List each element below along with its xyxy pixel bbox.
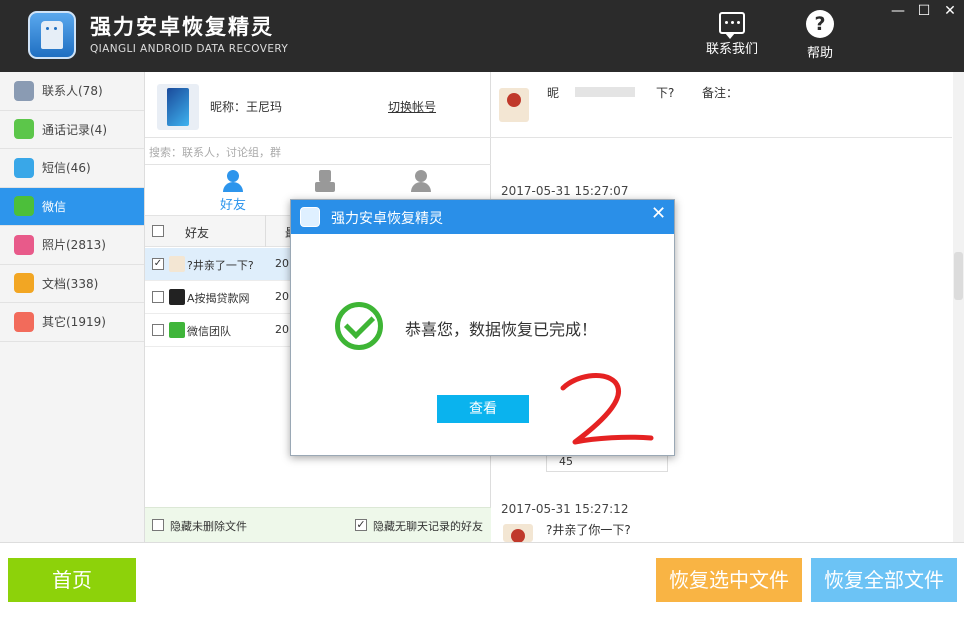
sidebar-item-sms[interactable]: 短信(46)	[0, 149, 144, 188]
people-icon	[409, 170, 433, 192]
sidebar-item-label: 照片(2813)	[42, 238, 106, 253]
dialog-title: 强力安卓恢复精灵	[331, 211, 443, 227]
maximize-button[interactable]: ☐	[914, 2, 934, 20]
select-all-checkbox[interactable]	[152, 225, 164, 237]
message-timestamp: 2017-05-31 15:27:07	[501, 184, 629, 198]
contacts-icon	[14, 80, 34, 101]
dialog-close-button[interactable]: ✕	[651, 203, 666, 224]
success-check-icon	[335, 302, 383, 350]
sidebar-item-label: 联系人(78)	[42, 84, 103, 99]
message-bubble: 45	[546, 454, 668, 472]
hide-no-chat-checkbox[interactable]: ✓	[355, 519, 367, 531]
contact-us-button[interactable]: 联系我们	[700, 10, 764, 57]
contact-avatar	[499, 88, 529, 122]
phone-icon	[157, 84, 199, 130]
help-label: 帮助	[806, 46, 833, 61]
filter-options: 隐藏未删除文件 ✓ 隐藏无聊天记录的好友	[145, 507, 491, 542]
photo-icon	[14, 234, 34, 255]
row-checkbox[interactable]	[152, 324, 164, 336]
sidebar-item-label: 文档(338)	[42, 276, 99, 291]
recover-selected-button[interactable]: 恢复选中文件	[656, 558, 802, 602]
hide-no-chat-label: 隐藏无聊天记录的好友	[373, 520, 483, 533]
app-logo-icon	[28, 11, 76, 59]
tab-crowds[interactable]	[391, 170, 451, 194]
dialog-header: 强力安卓恢复精灵 ✕	[291, 200, 674, 234]
chat-scrollbar[interactable]	[953, 72, 964, 542]
view-button[interactable]: 查看	[437, 395, 529, 423]
message-partial-text: 45	[559, 455, 573, 468]
wechat-icon	[14, 196, 34, 217]
row-checkbox[interactable]	[152, 291, 164, 303]
sidebar-item-contacts[interactable]: 联系人(78)	[0, 72, 144, 111]
column-divider	[265, 215, 266, 247]
app-logo-icon	[300, 207, 320, 227]
red-number-annotation	[560, 372, 654, 445]
bottom-bar: 首页 恢复选中文件 恢复全部文件	[0, 542, 964, 620]
search-input[interactable]: 搜索：联系人，讨论组，群	[145, 139, 491, 165]
app-header: 强力安卓恢复精灵 QIANGLI ANDROID DATA RECOVERY 联…	[0, 0, 964, 72]
minimize-button[interactable]: —	[888, 2, 908, 20]
sidebar-item-wechat[interactable]: 微信	[0, 187, 144, 226]
column-friend: 好友	[185, 226, 210, 240]
close-button[interactable]: ✕	[940, 2, 960, 20]
hide-undeleted-label: 隐藏未删除文件	[170, 520, 247, 533]
recover-all-button[interactable]: 恢复全部文件	[811, 558, 957, 602]
friend-name: 微信团队	[187, 325, 231, 338]
message-avatar	[503, 524, 533, 543]
message-timestamp: 2017-05-31 15:27:12	[501, 502, 629, 516]
sidebar-item-label: 短信(46)	[42, 161, 91, 176]
group-chat-icon	[313, 170, 337, 192]
sidebar-item-other[interactable]: 其它(1919)	[0, 303, 144, 342]
sidebar-item-label: 通话记录(4)	[42, 122, 107, 137]
app-title: 强力安卓恢复精灵	[90, 15, 274, 39]
hide-undeleted-checkbox[interactable]	[152, 519, 164, 531]
message-text: ?井亲了你一下?	[546, 523, 631, 537]
home-button[interactable]: 首页	[8, 558, 136, 602]
chat-bubble-icon	[719, 12, 745, 39]
blurred-text	[575, 87, 635, 97]
sidebar-item-documents[interactable]: 文档(338)	[0, 265, 144, 303]
contact-us-label: 联系我们	[705, 42, 758, 57]
category-sidebar: 联系人(78) 通话记录(4) 短信(46) 微信 照片(2813) 文档(33…	[0, 72, 145, 542]
account-nickname: 昵称：王尼玛	[210, 100, 283, 114]
chat-note-label: 备注：	[702, 86, 739, 100]
chat-nickname-suffix: 下?	[656, 86, 675, 100]
sms-icon	[14, 157, 34, 178]
chat-header: 昵 下? 备注：	[491, 72, 952, 138]
friend-name: A按揭贷款网	[187, 292, 250, 305]
friend-avatar	[169, 289, 185, 305]
sidebar-item-label: 其它(1919)	[42, 315, 106, 330]
call-log-icon	[14, 119, 34, 140]
sidebar-item-label: 微信	[42, 199, 67, 214]
help-button[interactable]: ? 帮助	[788, 10, 852, 61]
chat-nickname-prefix: 昵	[547, 86, 560, 100]
tab-label: 好友	[219, 198, 246, 213]
person-icon	[221, 170, 245, 192]
tab-friends[interactable]: 好友	[203, 170, 263, 213]
switch-account-link[interactable]: 切换帐号	[388, 98, 436, 115]
sidebar-item-photos[interactable]: 照片(2813)	[0, 226, 144, 265]
document-icon	[14, 273, 34, 294]
app-subtitle: QIANGLI ANDROID DATA RECOVERY	[90, 43, 289, 55]
account-bar: 昵称：王尼玛 切换帐号	[145, 72, 491, 138]
sidebar-item-call-log[interactable]: 通话记录(4)	[0, 111, 144, 149]
dialog-message: 恭喜您，数据恢复已完成！	[405, 320, 598, 339]
friend-avatar	[169, 256, 185, 272]
tab-groups[interactable]	[295, 170, 355, 194]
wechat-team-avatar	[169, 322, 185, 338]
row-checkbox[interactable]: ✓	[152, 258, 164, 270]
help-icon: ?	[806, 10, 834, 38]
scrollbar-thumb[interactable]	[954, 252, 963, 300]
friend-name: ?井亲了一下?	[187, 259, 254, 272]
other-icon	[14, 311, 34, 332]
